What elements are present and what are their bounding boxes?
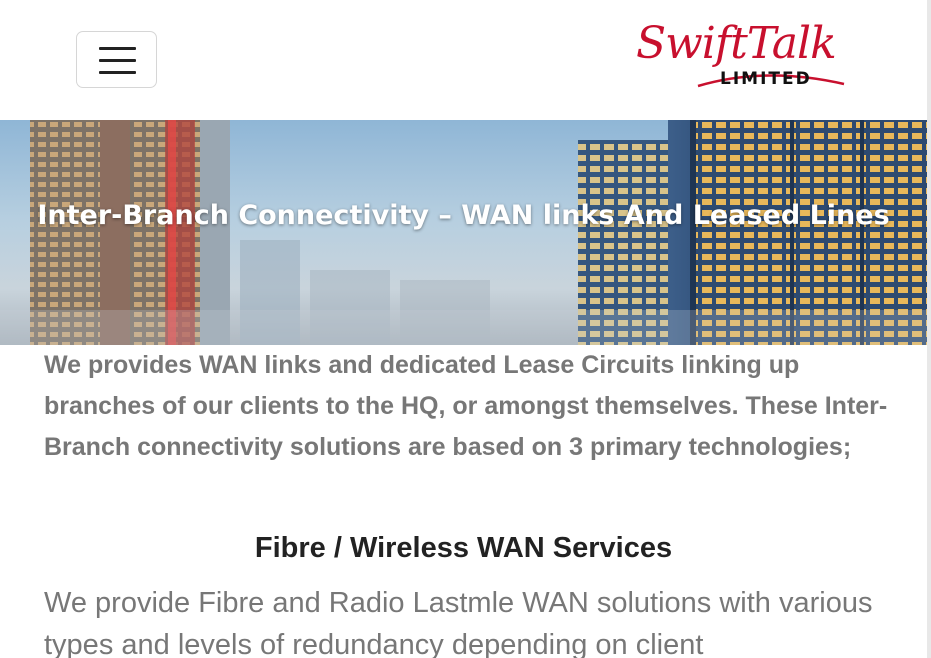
- hero-background-image: [0, 120, 927, 345]
- menu-toggle-button[interactable]: [76, 31, 157, 88]
- hero-title: Inter-Branch Connectivity – WAN links An…: [37, 200, 890, 231]
- page: SwiftTalk LIMITED Inter-Branch Connectiv…: [0, 0, 931, 658]
- hero-banner: Inter-Branch Connectivity – WAN links An…: [0, 120, 927, 345]
- site-header: SwiftTalk LIMITED: [0, 0, 931, 120]
- intro-paragraph: We provides WAN links and dedicated Leas…: [44, 351, 888, 461]
- logo-sub-text: LIMITED: [720, 69, 812, 89]
- logo-main-text: SwiftTalk: [636, 18, 837, 69]
- brand-logo[interactable]: SwiftTalk LIMITED: [636, 22, 848, 94]
- section-heading: Fibre / Wireless WAN Services: [254, 532, 673, 564]
- scrollbar[interactable]: [927, 0, 931, 658]
- section-body-text: We provide Fibre and Radio Lastmle WAN s…: [44, 587, 873, 658]
